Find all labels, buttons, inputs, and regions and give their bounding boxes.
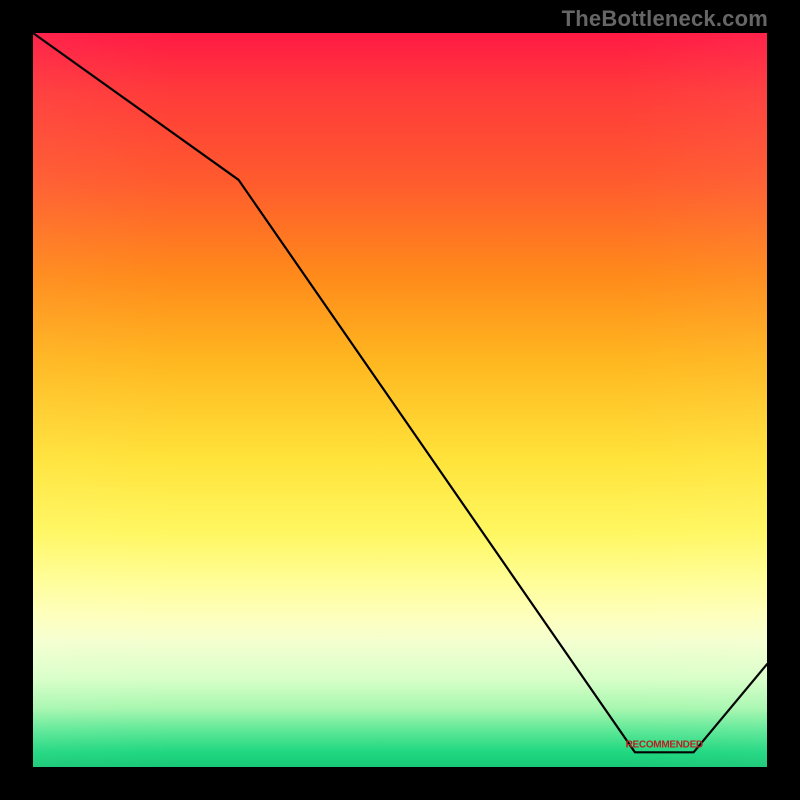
chart-frame: TheBottleneck.com RECOMMENDED <box>0 0 800 800</box>
plot-area: RECOMMENDED <box>33 33 767 767</box>
line-series <box>33 33 767 767</box>
recommended-label: RECOMMENDED <box>626 739 703 750</box>
watermark-text: TheBottleneck.com <box>562 6 768 32</box>
